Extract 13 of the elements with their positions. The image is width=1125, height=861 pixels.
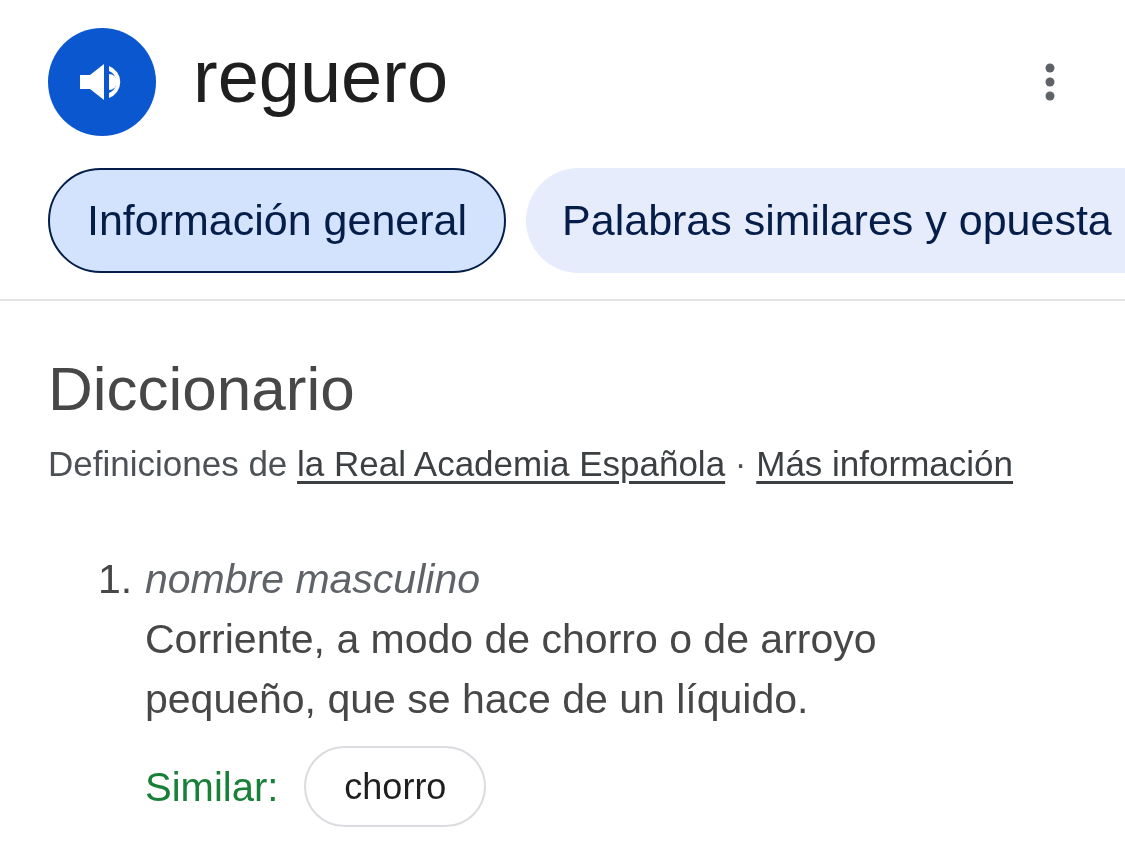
part-of-speech: nombre masculino <box>145 555 480 604</box>
more-info-link[interactable]: Más información <box>756 444 1013 483</box>
headword: reguero <box>193 40 449 120</box>
source-line: Definiciones de la Real Academia Española · Más información <box>48 443 1013 485</box>
more-options-icon[interactable] <box>1045 63 1055 101</box>
similar-word-chip[interactable]: chorro <box>304 746 487 827</box>
tab[interactable]: Palabras similares y opuesta <box>526 168 1125 273</box>
similar-label: Similar: <box>145 763 279 811</box>
source-link[interactable]: la Real Academia Española <box>297 444 726 483</box>
sense-number: 1. <box>98 555 134 604</box>
definition-text: Corriente, a modo de chorro o de arroyo pequeño, que se hace de un líquido. <box>145 615 878 724</box>
section-title: Diccionario <box>48 353 355 425</box>
tab[interactable]: Información general <box>48 168 507 273</box>
